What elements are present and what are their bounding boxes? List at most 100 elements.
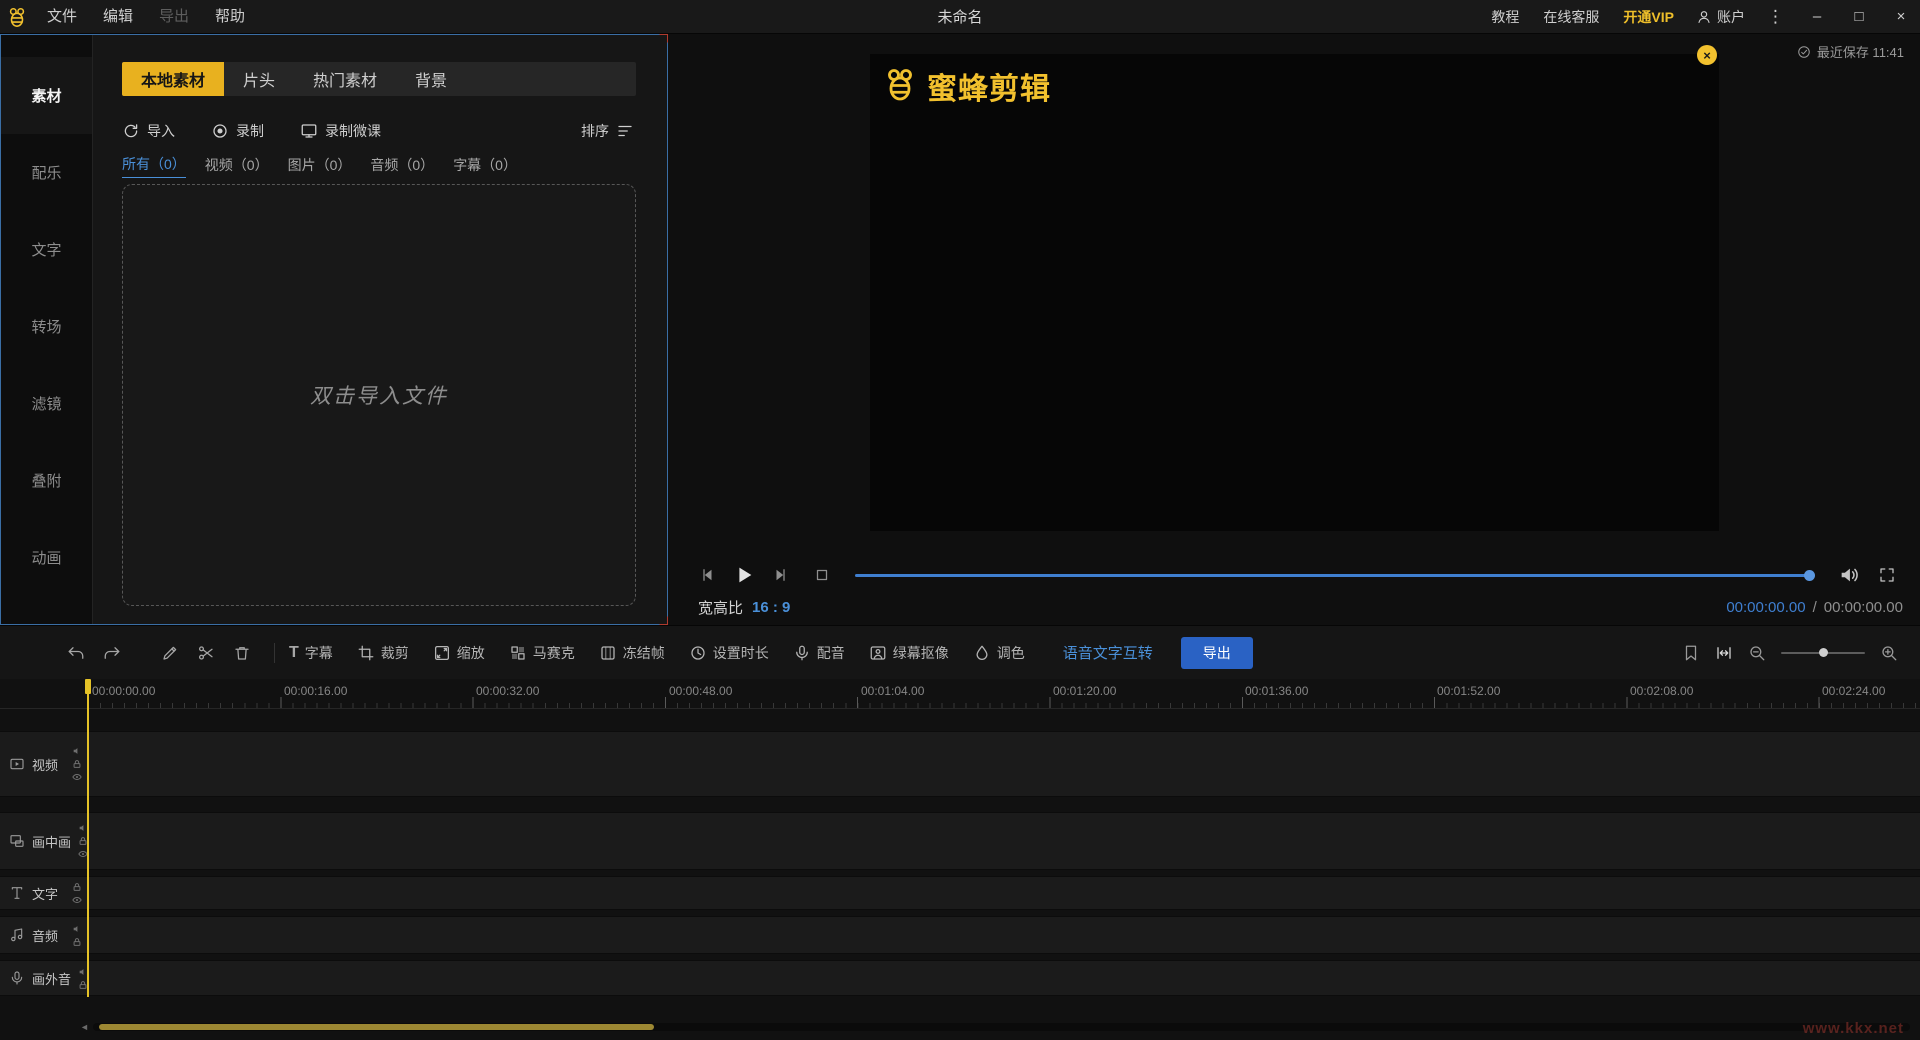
track-voiceover-header[interactable]: 画外音 <box>0 961 88 995</box>
edit-pencil-button[interactable] <box>152 635 188 671</box>
freeze-frame-label: 冻结帧 <box>622 644 665 661</box>
sidebar-item-overlay[interactable]: 叠附 <box>1 442 92 519</box>
marker-icon[interactable] <box>1682 644 1700 662</box>
track-voiceover-lane[interactable] <box>88 961 1920 995</box>
subtitle-icon: T <box>289 643 299 661</box>
maximize-button[interactable]: □ <box>1840 0 1878 34</box>
play-button[interactable] <box>733 564 755 586</box>
media-tabs: 本地素材 片头 热门素材 背景 <box>122 62 636 96</box>
scroll-left-icon[interactable]: ◄ <box>80 1022 89 1032</box>
visibility-icon[interactable] <box>72 895 82 905</box>
track-video-lane[interactable] <box>88 732 1920 796</box>
mosaic-tool-button[interactable]: 马赛克 <box>509 643 575 663</box>
lock-icon[interactable] <box>72 759 82 769</box>
sort-button[interactable]: 排序 <box>581 121 634 141</box>
crop-tool-button[interactable]: 裁剪 <box>357 643 409 663</box>
menu-edit[interactable]: 编辑 <box>90 0 146 34</box>
app-bee-logo-icon[interactable] <box>0 6 34 28</box>
preview-panel: 最近保存 11:41 蜜蜂剪辑 × 宽高比 16: 9 00:00:00.00… <box>668 34 1920 625</box>
aspect-ratio-value[interactable]: 16 : 9 <box>752 599 790 616</box>
seek-slider-handle[interactable] <box>1804 569 1815 581</box>
more-menu-icon[interactable]: ⋮ <box>1757 7 1794 27</box>
sidebar-item-transition[interactable]: 转场 <box>1 288 92 365</box>
previous-frame-button[interactable] <box>698 566 716 584</box>
timeline-ruler[interactable]: 00:00:00.00 00:00:16.00 00:00:32.00 00:0… <box>0 679 1920 709</box>
playhead[interactable] <box>85 679 91 997</box>
tutorial-link[interactable]: 教程 <box>1481 7 1529 27</box>
tab-hot-material[interactable]: 热门素材 <box>294 62 396 96</box>
scrollbar-thumb[interactable] <box>98 1024 654 1030</box>
sidebar-item-music[interactable]: 配乐 <box>1 134 92 211</box>
timeline-zoom-slider[interactable] <box>1781 647 1865 657</box>
sidebar-item-text[interactable]: 文字 <box>1 211 92 288</box>
fit-timeline-icon[interactable] <box>1715 644 1733 662</box>
vip-button[interactable]: 开通VIP <box>1613 7 1684 27</box>
menu-file[interactable]: 文件 <box>34 0 90 34</box>
freeze-frame-tool-button[interactable]: 冻结帧 <box>599 643 665 663</box>
video-viewport[interactable]: 蜜蜂剪辑 <box>870 54 1719 531</box>
mute-icon[interactable] <box>72 924 82 934</box>
delete-button[interactable] <box>224 635 260 671</box>
lock-icon[interactable] <box>72 882 82 892</box>
subtitle-tool-button[interactable]: T 字幕 <box>289 643 333 663</box>
next-frame-button[interactable] <box>772 566 790 584</box>
close-window-button[interactable]: × <box>1882 0 1920 34</box>
color-grade-tool-button[interactable]: 调色 <box>973 643 1025 663</box>
tab-intro[interactable]: 片头 <box>224 62 294 96</box>
tab-local-material[interactable]: 本地素材 <box>122 62 225 96</box>
ruler-label: 00:00:48.00 <box>669 684 733 698</box>
track-audio-header[interactable]: 音频 <box>0 917 88 953</box>
scale-tool-button[interactable]: 缩放 <box>433 643 485 663</box>
filter-image[interactable]: 图片（0） <box>288 155 352 178</box>
mute-icon[interactable] <box>72 746 82 756</box>
menu-export[interactable]: 导出 <box>146 0 202 34</box>
dub-tool-button[interactable]: 配音 <box>793 643 845 663</box>
lock-icon[interactable] <box>72 937 82 947</box>
track-audio-lane[interactable] <box>88 917 1920 953</box>
scrollbar-track[interactable] <box>92 1023 1910 1031</box>
menu-help[interactable]: 帮助 <box>202 0 258 34</box>
filter-subtitle[interactable]: 字幕（0） <box>453 155 517 178</box>
minimize-button[interactable]: – <box>1798 0 1836 34</box>
support-link[interactable]: 在线客服 <box>1533 7 1609 27</box>
timeline-zoom-handle[interactable] <box>1819 647 1828 657</box>
track-pip-header[interactable]: 画中画 <box>0 813 88 869</box>
seek-slider[interactable] <box>855 569 1815 581</box>
speech-to-text-button[interactable]: 语音文字互转 <box>1063 642 1153 663</box>
import-dropzone[interactable]: 双击导入文件 <box>122 184 636 606</box>
fullscreen-icon[interactable] <box>1878 566 1896 584</box>
record-lesson-button[interactable]: 录制微课 <box>300 121 381 141</box>
volume-icon[interactable] <box>1838 564 1860 586</box>
zoom-in-icon[interactable] <box>1880 644 1898 662</box>
ruler-label: 00:01:52.00 <box>1437 684 1501 698</box>
track-text: 文字 <box>0 876 1920 910</box>
undo-button[interactable] <box>58 635 94 671</box>
filter-all[interactable]: 所有（0） <box>122 154 186 178</box>
account-button[interactable]: 账户 <box>1688 7 1753 27</box>
preview-close-icon[interactable]: × <box>1697 45 1717 65</box>
set-duration-tool-button[interactable]: 设置时长 <box>689 643 769 663</box>
preview-brand-text: 蜜蜂剪辑 <box>927 73 1051 106</box>
track-pip-lane[interactable] <box>88 813 1920 869</box>
visibility-icon[interactable] <box>72 772 82 782</box>
sidebar-item-filter[interactable]: 滤镜 <box>1 365 92 442</box>
sidebar-item-material[interactable]: 素材 <box>1 57 92 134</box>
track-text-header[interactable]: 文字 <box>0 877 88 909</box>
zoom-out-icon[interactable] <box>1748 644 1766 662</box>
import-button[interactable]: 导入 <box>122 121 175 141</box>
ruler-label: 00:02:08.00 <box>1630 684 1694 698</box>
filter-audio[interactable]: 音频（0） <box>370 155 434 178</box>
track-video-header[interactable]: 视频 <box>0 732 88 796</box>
record-button[interactable]: 录制 <box>211 121 264 141</box>
crop-tool-label: 裁剪 <box>380 644 409 661</box>
timeline: 00:00:00.00 00:00:16.00 00:00:32.00 00:0… <box>0 679 1920 1040</box>
sidebar-item-animation[interactable]: 动画 <box>1 519 92 596</box>
chroma-key-tool-button[interactable]: 绿幕抠像 <box>869 643 949 663</box>
filter-video[interactable]: 视频（0） <box>205 155 269 178</box>
tab-background[interactable]: 背景 <box>396 62 466 96</box>
redo-button[interactable] <box>94 635 130 671</box>
track-text-lane[interactable] <box>88 877 1920 909</box>
split-scissors-button[interactable] <box>188 635 224 671</box>
export-button[interactable]: 导出 <box>1180 636 1253 669</box>
stop-button[interactable] <box>813 566 831 584</box>
